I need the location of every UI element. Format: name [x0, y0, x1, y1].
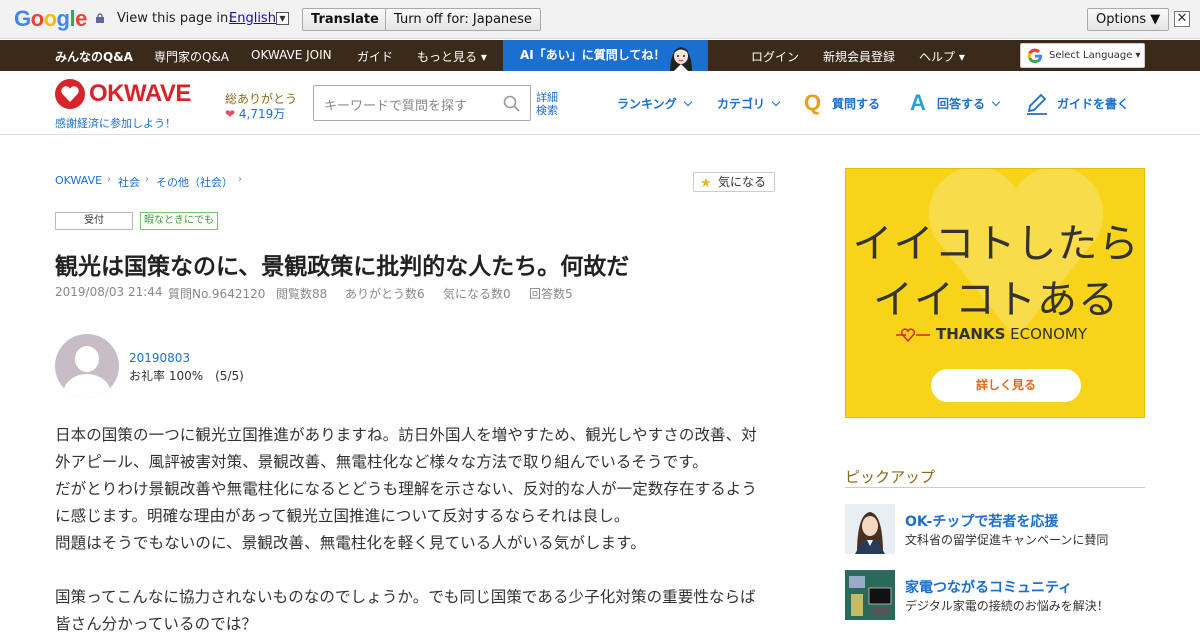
- ranking-menu[interactable]: ランキング: [617, 95, 692, 112]
- chevron-down-icon: [771, 97, 781, 107]
- pickup-thumb-1[interactable]: [845, 504, 895, 554]
- write-guide-button[interactable]: ガイドを書く: [1057, 95, 1129, 112]
- nav-login[interactable]: ログイン: [751, 48, 799, 65]
- category-label: カテゴリ: [717, 97, 766, 111]
- ai-banner-label: AI「あい」に質問してね！: [520, 48, 666, 62]
- category-menu[interactable]: カテゴリ: [717, 95, 781, 112]
- answer-a-icon: A: [910, 90, 926, 115]
- chevron-right-icon: ›: [107, 174, 111, 185]
- ad-brand-bold: THANKS: [936, 325, 1006, 343]
- thanks-count-value: 4,719万: [238, 107, 286, 121]
- lock-icon: [96, 13, 104, 23]
- ad-brand-rest: ECONOMY: [1005, 325, 1088, 343]
- chevron-right-icon: ›: [145, 174, 149, 185]
- advanced-search-link[interactable]: 詳細 検索: [536, 91, 558, 117]
- pickup-image-student: [845, 504, 895, 554]
- language-dropdown-icon[interactable]: ▼: [276, 12, 289, 25]
- view-page-label: View this page in:: [117, 11, 233, 26]
- nav-expert-qa[interactable]: 専門家のQ&A: [154, 48, 229, 65]
- advanced-search-line2: 検索: [536, 104, 558, 117]
- site-header: OKWAVE 感謝経済に参加しよう！ 総ありがとう ❤ 4,719万 キーワード…: [0, 71, 1200, 135]
- select-language-label: Select Language ▾: [1049, 50, 1141, 61]
- ad-headline-1: イイコトしたら: [852, 221, 1140, 267]
- nav-okwave-join[interactable]: OKWAVE JOIN: [251, 48, 332, 62]
- google-translate-bar: Google View this page in: English ▼ Tran…: [0, 0, 1200, 39]
- kini-count: 気になる数0: [443, 287, 511, 301]
- search-placeholder: キーワードで質問を探す: [324, 99, 468, 114]
- nav-minna-qa[interactable]: みんなのQ&A: [55, 48, 133, 65]
- user-name[interactable]: 20190803: [129, 351, 190, 365]
- google-g-icon: [1027, 48, 1042, 64]
- avatar[interactable]: [55, 334, 119, 398]
- body-line: に感じます。明確な理由があって観光立国推進について反対するならそれは良し。: [55, 507, 630, 525]
- body-line: だがとりわけ景観改善や無電柱化になるとどうも理解を示さない、反対的な人が一定数存…: [55, 480, 758, 498]
- search-icon[interactable]: [503, 95, 520, 112]
- thanks-economy-ad[interactable]: イイコトしたら イイコトある THANKS ECONOMY 詳しく見る: [845, 168, 1145, 418]
- google-logo: Google: [14, 6, 87, 31]
- pickup-heading: ピックアップ: [845, 466, 1145, 488]
- nav-guide[interactable]: ガイド: [357, 48, 393, 65]
- total-thanks-count: ❤ 4,719万: [225, 105, 285, 122]
- status-badge: 受付: [55, 212, 133, 230]
- pen-icon: [1027, 93, 1047, 115]
- top-nav: みんなのQ&A 専門家のQ&A OKWAVE JOIN ガイド もっと見る ▾ …: [0, 40, 1200, 71]
- pickup-image-appliance: [845, 570, 895, 620]
- pickup-title-2[interactable]: 家電つながるコミュニティ: [905, 577, 1072, 597]
- nav-register[interactable]: 新規会員登録: [823, 48, 895, 65]
- options-button[interactable]: Options ▼: [1087, 8, 1170, 31]
- body-line: 外アピール、風評被害対策、景観改善、無電柱化など様々な方法で取り組んでいるそうで…: [55, 453, 708, 471]
- answer-menu[interactable]: 回答する: [937, 95, 1001, 112]
- heart-logo-icon: [55, 79, 85, 109]
- ranking-label: ランキング: [617, 97, 677, 111]
- question-date: 2019/08/03 21:44: [55, 285, 163, 299]
- close-icon[interactable]: ✕: [1174, 11, 1190, 27]
- pickup-title-1[interactable]: OK-チップで若者を応援: [905, 511, 1058, 531]
- select-language-widget[interactable]: Select Language ▾: [1020, 43, 1145, 68]
- heart-icon: ❤: [225, 107, 236, 121]
- translate-button[interactable]: Translate: [302, 8, 388, 31]
- nav-help[interactable]: ヘルプ ▾: [919, 48, 965, 65]
- breadcrumb-other[interactable]: その他（社会）: [156, 174, 233, 190]
- question-q-icon: Q: [804, 90, 822, 115]
- answer-count: 回答数5: [529, 287, 573, 301]
- body-line: 皆さん分かっているのでは？: [55, 615, 258, 633]
- turn-off-button[interactable]: Turn off for: Japanese: [385, 8, 541, 31]
- body-line: 日本の国策の一つに観光立国推進がありますね。訪日外国人を増やすため、観光しやすさ…: [55, 426, 757, 444]
- ad-headline-2: イイコトある: [873, 277, 1119, 323]
- language-link[interactable]: English: [229, 11, 276, 26]
- tagline[interactable]: 感謝経済に参加しよう！: [55, 115, 176, 131]
- breadcrumb-society[interactable]: 社会: [118, 174, 140, 190]
- star-icon: ★: [700, 176, 712, 191]
- ask-question-button[interactable]: 質問する: [832, 95, 880, 112]
- chevron-right-icon: ›: [238, 174, 242, 185]
- watch-button[interactable]: ★ 気になる: [693, 172, 775, 192]
- user-thanks-rate: お礼率 100% (5/5): [129, 369, 244, 383]
- view-count: 閲覧数88: [276, 287, 328, 301]
- nav-more[interactable]: もっと見る ▾: [417, 48, 487, 65]
- chevron-down-icon: [991, 97, 1001, 107]
- ai-banner[interactable]: AI「あい」に質問してね！: [503, 40, 708, 71]
- logo-text: OKWAVE: [89, 80, 191, 107]
- question-title: 観光は国策なのに、景観政策に批判的な人たち。何故だ: [55, 254, 630, 280]
- answer-label: 回答する: [937, 97, 986, 111]
- tag-badge: 暇なときにでも: [140, 212, 218, 230]
- ad-details-button[interactable]: 詳しく見る: [931, 369, 1081, 402]
- watch-label: 気になる: [718, 175, 767, 189]
- body-line: 問題はそうでもないのに、景観改善、無電柱化を軽く見ている人がいる気がします。: [55, 534, 646, 552]
- pickup-sub-2: デジタル家電の接続のお悩みを解決！: [905, 599, 1109, 613]
- search-input[interactable]: キーワードで質問を探す: [313, 85, 531, 121]
- advanced-search-line1: 詳細: [536, 91, 558, 104]
- body-line: 国策ってこんなに協力されないものなのでしょうか。でも同じ国策である少子化対策の重…: [55, 588, 756, 606]
- ad-brand: THANKS ECONOMY: [894, 325, 1114, 343]
- thanks-count: ありがとう数6: [345, 287, 425, 301]
- chevron-down-icon: [683, 97, 692, 107]
- pickup-sub-1: 文科省の留学促進キャンペーンに賛同: [905, 533, 1109, 547]
- ai-character-icon: [670, 47, 692, 71]
- question-number: 質問No.9642120: [168, 287, 266, 301]
- breadcrumb-okwave[interactable]: OKWAVE: [55, 174, 102, 187]
- pickup-thumb-2[interactable]: [845, 570, 895, 620]
